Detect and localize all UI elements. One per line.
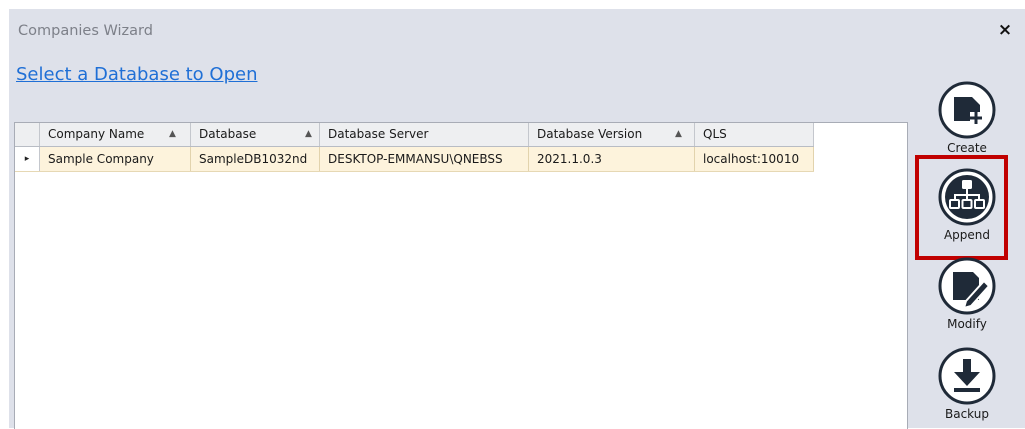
- column-header-company-name[interactable]: Company Name ▲: [40, 123, 191, 146]
- modify-button[interactable]: Modify: [914, 255, 1020, 331]
- backup-button[interactable]: Backup: [914, 345, 1020, 421]
- cell-database[interactable]: SampleDB1032nd: [191, 147, 320, 171]
- title-bar: Companies Wizard ×: [9, 9, 1025, 54]
- sort-ascending-icon: ▲: [169, 129, 176, 139]
- backup-button-label: Backup: [945, 407, 989, 421]
- org-chart-icon: [938, 168, 996, 226]
- window-title: Companies Wizard: [18, 23, 153, 39]
- database-grid: Company Name ▲ Database ▲ Database Serve…: [14, 122, 908, 429]
- cell-qls[interactable]: localhost:10010: [695, 147, 814, 171]
- select-database-link[interactable]: Select a Database to Open: [16, 64, 257, 85]
- append-button[interactable]: Append: [914, 166, 1020, 242]
- modify-button-label: Modify: [947, 317, 987, 331]
- companies-wizard-window: Companies Wizard × Select a Database to …: [9, 9, 1025, 429]
- database-edit-icon: [938, 257, 996, 315]
- create-button-label: Create: [947, 141, 987, 155]
- column-header-label: Database Server: [328, 127, 429, 141]
- column-header-database[interactable]: Database ▲: [191, 123, 320, 146]
- create-button[interactable]: Create: [914, 79, 1020, 155]
- row-indicator-icon: ▸: [15, 147, 40, 171]
- column-header-label: Company Name: [48, 127, 145, 141]
- column-header-database-version[interactable]: Database Version ▲: [529, 123, 695, 146]
- download-icon: [938, 347, 996, 405]
- cell-database-version[interactable]: 2021.1.0.3: [529, 147, 695, 171]
- close-icon[interactable]: ×: [995, 20, 1015, 40]
- column-header-label: Database Version: [537, 127, 643, 141]
- grid-header: Company Name ▲ Database ▲ Database Serve…: [15, 123, 814, 147]
- database-plus-icon: [938, 81, 996, 139]
- cell-company-name[interactable]: Sample Company: [40, 147, 191, 171]
- column-header-label: QLS: [703, 127, 727, 141]
- sort-ascending-icon: ▲: [305, 129, 312, 139]
- header-indicator-cell: [15, 123, 40, 146]
- append-button-label: Append: [943, 228, 991, 242]
- cell-database-server[interactable]: DESKTOP-EMMANSU\QNEBSS: [320, 147, 529, 171]
- table-row[interactable]: ▸ Sample Company SampleDB1032nd DESKTOP-…: [15, 147, 814, 172]
- column-header-database-server[interactable]: Database Server: [320, 123, 529, 146]
- column-header-label: Database: [199, 127, 257, 141]
- sort-ascending-icon: ▲: [675, 129, 682, 139]
- column-header-qls[interactable]: QLS: [695, 123, 814, 146]
